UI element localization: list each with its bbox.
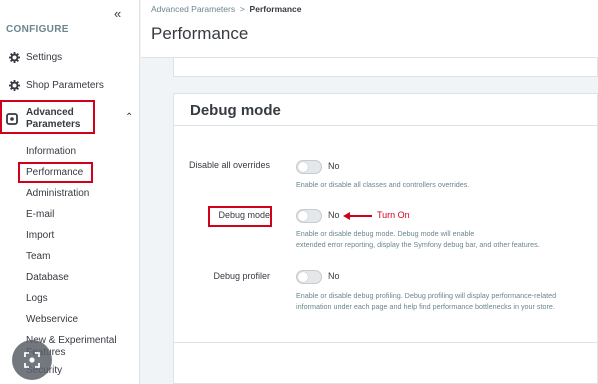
sidebar-subitem-email[interactable]: E-mail (26, 209, 54, 220)
sidebar: « CONFIGURE Settings Shop Parameters Adv… (0, 0, 140, 384)
debug-profiler-help: Enable or disable debug profiling. Debug… (296, 290, 556, 312)
debug-mode-toggle[interactable] (296, 209, 322, 223)
sidebar-item-label: Shop Parameters (26, 79, 104, 91)
previous-card (173, 58, 598, 77)
sidebar-subitem-performance[interactable]: Performance (26, 167, 83, 178)
advanced-label-line2: Parameters (26, 119, 81, 130)
sidebar-item-advanced-parameters[interactable]: Advanced Parameters (26, 107, 80, 131)
sidebar-subitem-database[interactable]: Database (26, 272, 69, 283)
sidebar-subitem-logs[interactable]: Logs (26, 293, 48, 304)
page-header: Advanced Parameters > Performance Perfor… (141, 0, 598, 58)
sidebar-subitem-import[interactable]: Import (26, 230, 54, 241)
sidebar-item-label: Settings (26, 51, 63, 63)
debug-profiler-value: No (328, 271, 340, 281)
main-content: Advanced Parameters > Performance Perfor… (141, 0, 598, 384)
disable-overrides-help: Enable or disable all classes and contro… (296, 179, 469, 190)
advanced-label-line1: Advanced (26, 107, 74, 118)
gear-icon (8, 51, 20, 63)
sidebar-item-shop-parameters[interactable]: Shop Parameters (8, 79, 104, 91)
breadcrumb-separator: > (239, 4, 245, 14)
debug-mode-help: Enable or disable debug mode. Debug mode… (296, 228, 540, 250)
card-footer-divider (174, 342, 597, 343)
help-line: extended error reporting, display the Sy… (296, 240, 540, 249)
page-title: Performance (151, 24, 249, 43)
help-line: information under each page and help fin… (296, 302, 555, 311)
debug-profiler-toggle[interactable] (296, 270, 322, 284)
disable-overrides-label: Disable all overrides (188, 160, 270, 170)
disable-overrides-value: No (328, 161, 340, 171)
sidebar-section-title: CONFIGURE (6, 24, 69, 35)
lens-search-icon[interactable] (12, 340, 52, 380)
debug-mode-card: Debug mode Disable all overrides No Enab… (173, 93, 598, 384)
chevron-up-icon[interactable]: ⌃ (125, 112, 133, 123)
gear-icon (8, 79, 20, 91)
collapse-sidebar-icon[interactable]: « (114, 6, 121, 21)
breadcrumb: Advanced Parameters > Performance (151, 4, 302, 14)
sidebar-subitem-information[interactable]: Information (26, 146, 76, 157)
debug-mode-value: No (328, 210, 340, 220)
debug-mode-label: Debug mode (218, 210, 270, 220)
breadcrumb-current: Performance (249, 4, 302, 14)
card-title: Debug mode (190, 102, 281, 119)
help-line: Enable or disable debug mode. Debug mode… (296, 229, 475, 238)
sidebar-subitem-administration[interactable]: Administration (26, 188, 89, 199)
breadcrumb-parent[interactable]: Advanced Parameters (151, 4, 235, 14)
disable-overrides-toggle[interactable] (296, 160, 322, 174)
help-line: Enable or disable all classes and contro… (296, 180, 470, 189)
turn-on-annotation: Turn On (377, 210, 410, 220)
sidebar-item-settings[interactable]: Settings (8, 51, 62, 63)
help-line: Enable or disable debug profiling. Debug… (296, 291, 557, 300)
sidebar-subitem-team[interactable]: Team (26, 251, 50, 262)
advanced-icon (6, 112, 18, 125)
debug-profiler-label: Debug profiler (213, 271, 270, 281)
arrow-line (349, 215, 372, 217)
sidebar-subitem-webservice[interactable]: Webservice (26, 314, 78, 325)
card-header: Debug mode (174, 94, 597, 126)
